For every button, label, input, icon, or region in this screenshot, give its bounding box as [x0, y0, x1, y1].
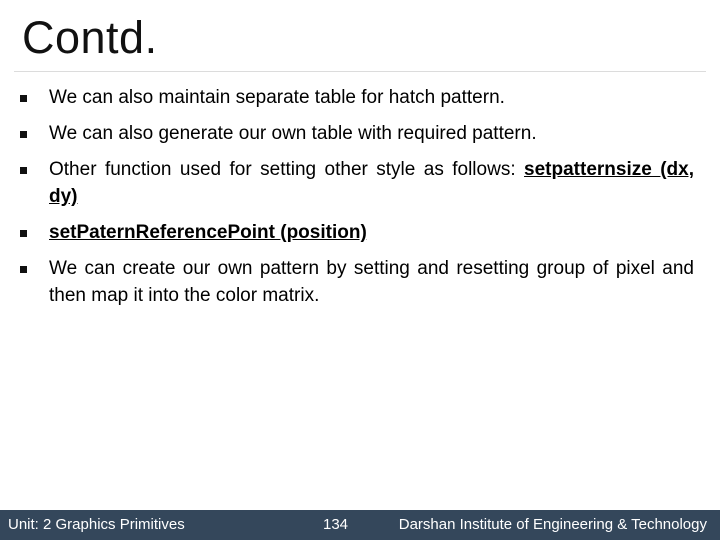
bullet-item: setPaternReferencePoint (position) — [20, 219, 694, 246]
bullet-item: We can also generate our own table with … — [20, 120, 694, 147]
function-signature: setPaternReferencePoint (position) — [49, 222, 367, 243]
footer-unit: Unit: 2 Graphics Primitives — [8, 516, 185, 533]
bullet-item: Other function used for setting other st… — [20, 156, 694, 210]
title-divider — [14, 71, 706, 72]
slide-title: Contd. — [22, 12, 158, 63]
square-bullet-icon — [20, 167, 27, 174]
bullet-text: We can create our own pattern by setting… — [49, 258, 694, 306]
square-bullet-icon — [20, 230, 27, 237]
square-bullet-icon — [20, 131, 27, 138]
bullet-item: We can create our own pattern by setting… — [20, 255, 694, 309]
footer-institute: Darshan Institute of Engineering & Techn… — [398, 516, 707, 533]
bullet-text: We can also generate our own table with … — [49, 123, 537, 144]
bullet-list: We can also maintain separate table for … — [20, 84, 694, 318]
square-bullet-icon — [20, 95, 27, 102]
bullet-text: Other function used for setting other st… — [49, 159, 516, 180]
slide-footer: Unit: 2 Graphics Primitives 134 Darshan … — [0, 510, 720, 540]
page-number: 134 — [323, 516, 349, 533]
bullet-item: We can also maintain separate table for … — [20, 84, 694, 111]
bullet-text: We can also maintain separate table for … — [49, 87, 505, 108]
square-bullet-icon — [20, 266, 27, 273]
